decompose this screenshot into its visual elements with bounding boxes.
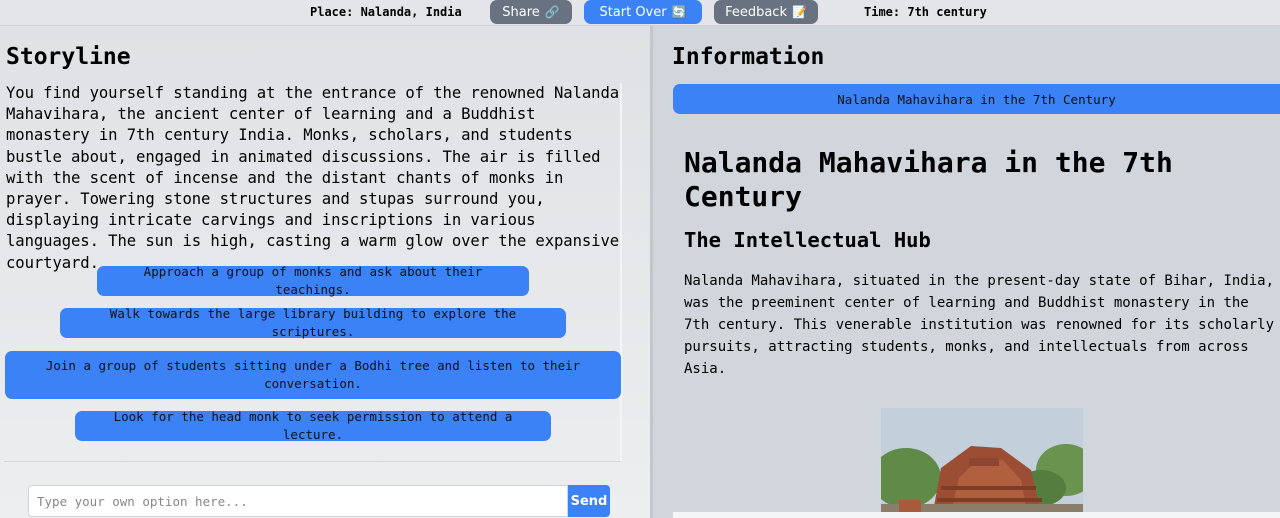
share-label: Share <box>502 4 540 20</box>
information-heading: Information <box>672 44 825 70</box>
option-button-3[interactable]: Join a group of students sitting under a… <box>5 351 621 399</box>
link-icon: 🔗 <box>544 5 560 19</box>
feedback-button[interactable]: Feedback 📝 <box>714 0 818 24</box>
option-button-4[interactable]: Look for the head monk to seek permissio… <box>75 409 551 442</box>
start-over-label: Start Over <box>599 4 667 20</box>
start-over-button[interactable]: Start Over 🔄 <box>584 0 702 24</box>
article-body: Nalanda Mahavihara, situated in the pres… <box>684 273 1275 377</box>
info-tab[interactable]: Nalanda Mahavihara in the 7th Century <box>673 84 1280 114</box>
story-text: You find yourself standing at the entran… <box>6 84 620 272</box>
nalanda-ruins-image <box>881 408 1083 512</box>
top-bar: Place: Nalanda, India Share 🔗 Start Over… <box>0 0 1280 26</box>
custom-option-field-wrap <box>28 485 568 517</box>
time-label: Time: 7th century <box>864 5 987 19</box>
image-caption-strip <box>673 512 1280 518</box>
memo-icon: 📝 <box>791 5 807 19</box>
option-button-1[interactable]: Approach a group of monks and ask about … <box>97 264 529 297</box>
article-title: Nalanda Mahavihara in the 7th Century <box>684 146 1173 213</box>
storyline-heading: Storyline <box>6 44 131 70</box>
custom-option-input[interactable] <box>29 486 567 516</box>
feedback-label: Feedback <box>725 4 787 20</box>
information-panel: Information Nalanda Mahavihara in the 7t… <box>653 26 1280 518</box>
place-label: Place: Nalanda, India <box>310 5 462 19</box>
send-button[interactable]: Send <box>568 485 610 517</box>
refresh-icon: 🔄 <box>671 5 687 19</box>
share-button[interactable]: Share 🔗 <box>490 0 572 24</box>
article-subtitle: The Intellectual Hub <box>684 228 931 252</box>
storyline-panel: Storyline You find yourself standing at … <box>0 26 650 518</box>
option-button-2[interactable]: Walk towards the large library building … <box>60 306 566 339</box>
